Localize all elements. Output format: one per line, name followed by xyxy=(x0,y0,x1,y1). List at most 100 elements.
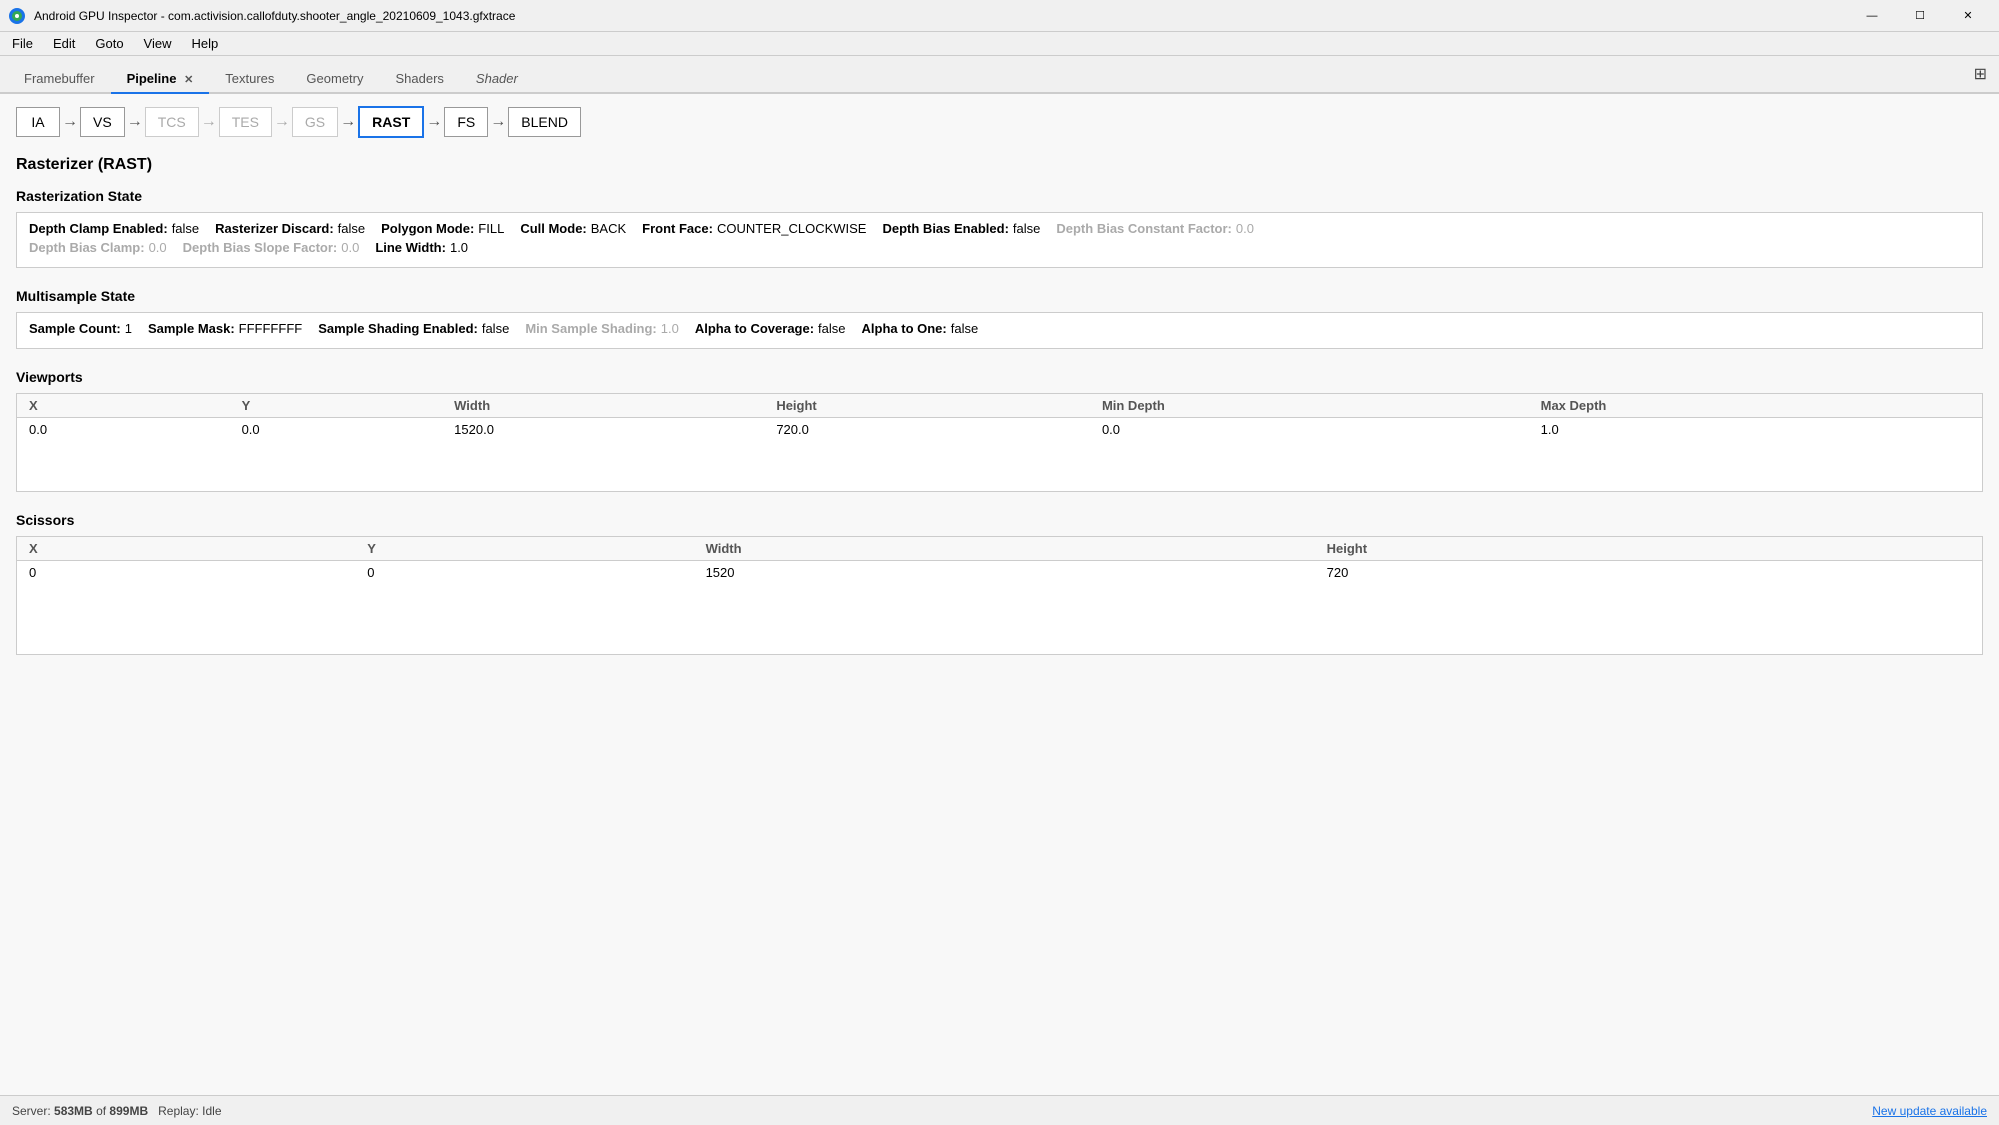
app-icon xyxy=(8,7,26,25)
arrow-4: → xyxy=(272,113,292,131)
scissors-table-container: X Y Width Height 0 0 1520 720 xyxy=(16,536,1983,655)
tab-pipeline[interactable]: Pipeline ✕ xyxy=(111,65,210,94)
viewport-y: 0.0 xyxy=(230,418,443,442)
arrow-6: → xyxy=(424,113,444,131)
tab-geometry[interactable]: Geometry xyxy=(290,65,379,94)
replay-label: Replay: xyxy=(158,1104,199,1118)
menu-view[interactable]: View xyxy=(136,34,180,53)
server-used: 583MB xyxy=(54,1104,93,1118)
tab-shaders[interactable]: Shaders xyxy=(380,65,460,94)
viewports-table-container: X Y Width Height Min Depth Max Depth 0.0… xyxy=(16,393,1983,492)
server-total: 899MB xyxy=(109,1104,148,1118)
update-link[interactable]: New update available xyxy=(1872,1104,1987,1118)
menu-edit[interactable]: Edit xyxy=(45,34,83,53)
viewport-width: 1520.0 xyxy=(442,418,764,442)
arrow-1: → xyxy=(60,113,80,131)
multisample-row: Sample Count: 1 Sample Mask: FFFFFFFF Sa… xyxy=(29,321,1970,336)
alpha-to-one-value: false xyxy=(951,321,978,336)
menu-goto[interactable]: Goto xyxy=(87,34,131,53)
stage-fs[interactable]: FS xyxy=(444,107,488,137)
min-sample-shading-label: Min Sample Shading: xyxy=(525,321,656,336)
stage-tes[interactable]: TES xyxy=(219,107,272,137)
cull-mode-value: BACK xyxy=(591,221,626,236)
stage-vs[interactable]: VS xyxy=(80,107,125,137)
line-width-value: 1.0 xyxy=(450,240,468,255)
scissors-col-y: Y xyxy=(355,537,693,561)
main-content: IA → VS → TCS → TES → GS → RAST → FS → B… xyxy=(0,94,1999,1095)
server-of: of xyxy=(96,1104,106,1118)
arrow-7: → xyxy=(488,113,508,131)
rasterizer-discard-label: Rasterizer Discard: xyxy=(215,221,334,236)
arrow-2: → xyxy=(125,113,145,131)
status-bar: Server: 583MB of 899MB Replay: Idle New … xyxy=(0,1095,1999,1125)
front-face-value: COUNTER_CLOCKWISE xyxy=(717,221,867,236)
titlebar: Android GPU Inspector - com.activision.c… xyxy=(0,0,1999,32)
depth-clamp-enabled-value: false xyxy=(172,221,199,236)
depth-bias-enabled-value: false xyxy=(1013,221,1040,236)
depth-bias-constant-factor-value: 0.0 xyxy=(1236,221,1254,236)
sample-count-value: 1 xyxy=(125,321,132,336)
alpha-to-one-label: Alpha to One: xyxy=(862,321,947,336)
menubar: File Edit Goto View Help xyxy=(0,32,1999,56)
line-width-label: Line Width: xyxy=(375,240,446,255)
table-row: 0.0 0.0 1520.0 720.0 0.0 1.0 xyxy=(17,418,1982,442)
page-title: Rasterizer (RAST) xyxy=(16,156,1983,174)
sample-shading-enabled-value: false xyxy=(482,321,509,336)
min-sample-shading-value: 1.0 xyxy=(661,321,679,336)
stage-blend[interactable]: BLEND xyxy=(508,107,581,137)
close-button[interactable]: ✕ xyxy=(1945,0,1991,32)
rasterization-row-2: Depth Bias Clamp: 0.0 Depth Bias Slope F… xyxy=(29,240,1970,255)
depth-bias-slope-factor-value: 0.0 xyxy=(341,240,359,255)
viewport-height: 720.0 xyxy=(764,418,1090,442)
scissors-table: X Y Width Height 0 0 1520 720 xyxy=(17,537,1982,654)
menu-help[interactable]: Help xyxy=(184,34,227,53)
tab-close-pipeline[interactable]: ✕ xyxy=(184,74,193,86)
depth-bias-constant-factor-label: Depth Bias Constant Factor: xyxy=(1056,221,1232,236)
scissors-height: 720 xyxy=(1315,561,1982,585)
depth-bias-clamp-label: Depth Bias Clamp: xyxy=(29,240,145,255)
multisample-state-grid: Sample Count: 1 Sample Mask: FFFFFFFF Sa… xyxy=(16,312,1983,349)
scissors-col-width: Width xyxy=(694,537,1315,561)
cull-mode-label: Cull Mode: xyxy=(520,221,586,236)
maximize-button[interactable]: ☐ xyxy=(1897,0,1943,32)
arrow-5: → xyxy=(338,113,358,131)
scissors-y: 0 xyxy=(355,561,693,585)
minimize-button[interactable]: — xyxy=(1849,0,1895,32)
rasterization-state-title: Rasterization State xyxy=(16,188,1983,204)
sample-shading-enabled-label: Sample Shading Enabled: xyxy=(318,321,478,336)
sample-count-label: Sample Count: xyxy=(29,321,121,336)
depth-clamp-enabled-label: Depth Clamp Enabled: xyxy=(29,221,168,236)
window-controls: — ☐ ✕ xyxy=(1849,0,1991,32)
stage-tcs[interactable]: TCS xyxy=(145,107,199,137)
viewports-col-width: Width xyxy=(442,394,764,418)
depth-bias-enabled-label: Depth Bias Enabled: xyxy=(882,221,1008,236)
viewports-table: X Y Width Height Min Depth Max Depth 0.0… xyxy=(17,394,1982,491)
pipeline-stages: IA → VS → TCS → TES → GS → RAST → FS → B… xyxy=(16,106,1983,138)
viewports-col-x: X xyxy=(17,394,230,418)
viewports-col-y: Y xyxy=(230,394,443,418)
rasterization-state-grid: Depth Clamp Enabled: false Rasterizer Di… xyxy=(16,212,1983,268)
sample-mask-label: Sample Mask: xyxy=(148,321,235,336)
rasterizer-discard-value: false xyxy=(338,221,365,236)
viewports-col-max-depth: Max Depth xyxy=(1529,394,1982,418)
viewports-title: Viewports xyxy=(16,369,1983,385)
scissors-col-x: X xyxy=(17,537,355,561)
tab-framebuffer[interactable]: Framebuffer xyxy=(8,65,111,94)
server-label: Server: xyxy=(12,1104,51,1118)
scissors-title: Scissors xyxy=(16,512,1983,528)
menu-file[interactable]: File xyxy=(4,34,41,53)
scissors-width: 1520 xyxy=(694,561,1315,585)
tab-shader[interactable]: Shader xyxy=(460,65,534,94)
stage-gs[interactable]: GS xyxy=(292,107,338,137)
tab-textures[interactable]: Textures xyxy=(209,65,290,94)
rasterization-row-1: Depth Clamp Enabled: false Rasterizer Di… xyxy=(29,221,1970,236)
alpha-to-coverage-label: Alpha to Coverage: xyxy=(695,321,814,336)
stage-rast[interactable]: RAST xyxy=(358,106,424,138)
viewport-x: 0.0 xyxy=(17,418,230,442)
arrow-3: → xyxy=(199,113,219,131)
viewports-col-height: Height xyxy=(764,394,1090,418)
viewports-col-min-depth: Min Depth xyxy=(1090,394,1529,418)
stage-ia[interactable]: IA xyxy=(16,107,60,137)
front-face-label: Front Face: xyxy=(642,221,713,236)
expand-icon[interactable]: ⊞ xyxy=(1974,64,1987,84)
